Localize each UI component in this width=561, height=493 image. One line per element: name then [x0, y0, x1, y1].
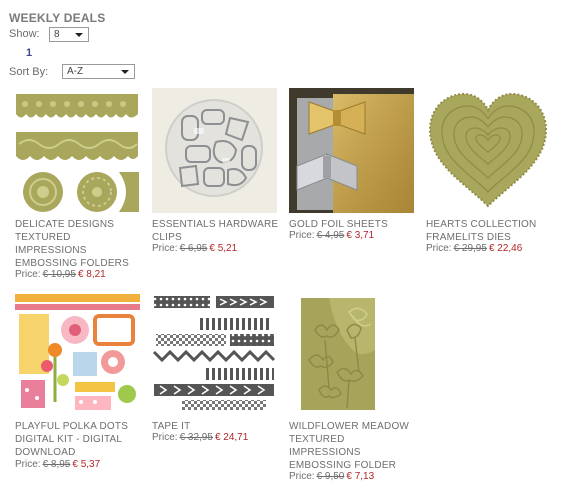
show-select[interactable]: 8 — [49, 27, 89, 42]
sale-price: € 24,71 — [214, 432, 249, 443]
price-label: Price: — [15, 269, 41, 280]
sale-price: € 5,21 — [209, 243, 238, 254]
sale-price: € 3,71 — [346, 230, 375, 241]
product-price: Price: € 10,95 € 8,21 — [15, 269, 106, 280]
product-name[interactable]: ESSENTIALS HARDWARE CLIPS — [152, 218, 282, 244]
wildflower-folder-image[interactable] — [289, 290, 414, 415]
product-price: Price: € 4,95 € 3,71 — [289, 230, 374, 241]
show-select-value: 8 — [54, 29, 60, 40]
sale-price: € 7,13 — [346, 471, 375, 482]
show-label: Show: — [9, 28, 40, 40]
sale-price: € 5,37 — [72, 459, 101, 470]
product-price: Price: € 6,95 € 5,21 — [152, 243, 237, 254]
old-price: € 8,95 — [42, 459, 71, 470]
gold-foil-bows-image[interactable] — [289, 88, 414, 213]
sort-select-value: A-Z — [67, 66, 84, 77]
digital-kit-image[interactable] — [15, 290, 140, 415]
chevron-down-icon — [75, 33, 83, 37]
price-label: Price: — [289, 471, 315, 482]
price-label: Price: — [152, 243, 178, 254]
hardware-clips-image[interactable] — [152, 88, 277, 213]
heart-dies-image[interactable] — [426, 88, 551, 213]
old-price: € 4,95 — [316, 230, 345, 241]
product-price: Price: € 9,50 € 7,13 — [289, 471, 374, 482]
embossing-folders-image[interactable] — [15, 88, 140, 213]
old-price: € 29,95 — [453, 243, 487, 254]
product-price: Price: € 8,95 € 5,37 — [15, 459, 100, 470]
product-name[interactable]: WILDFLOWER MEADOW TEXTURED IMPRESSIONS E… — [289, 420, 419, 472]
old-price: € 10,95 — [42, 269, 76, 280]
price-label: Price: — [15, 459, 41, 470]
pagination-page-1[interactable]: 1 — [26, 47, 32, 59]
sort-select[interactable]: A-Z — [62, 64, 135, 79]
chevron-down-icon — [121, 70, 129, 74]
sale-price: € 8,21 — [77, 269, 106, 280]
price-label: Price: — [289, 230, 315, 241]
product-price: Price: € 29,95 € 22,46 — [426, 243, 522, 254]
old-price: € 32,95 — [179, 432, 213, 443]
product-name[interactable]: DELICATE DESIGNS TEXTURED IMPRESSIONS EM… — [15, 218, 145, 270]
old-price: € 6,95 — [179, 243, 208, 254]
sale-price: € 22,46 — [488, 243, 523, 254]
product-name[interactable]: HEARTS COLLECTION FRAMELITS DIES — [426, 218, 556, 244]
product-name[interactable]: PLAYFUL POLKA DOTS DIGITAL KIT - DIGITAL… — [15, 420, 145, 459]
tape-strips-image[interactable] — [152, 290, 277, 415]
page-title: WEEKLY DEALS — [9, 11, 106, 25]
product-price: Price: € 32,95 € 24,71 — [152, 432, 248, 443]
old-price: € 9,50 — [316, 471, 345, 482]
price-label: Price: — [426, 243, 452, 254]
sort-label: Sort By: — [9, 66, 49, 78]
price-label: Price: — [152, 432, 178, 443]
